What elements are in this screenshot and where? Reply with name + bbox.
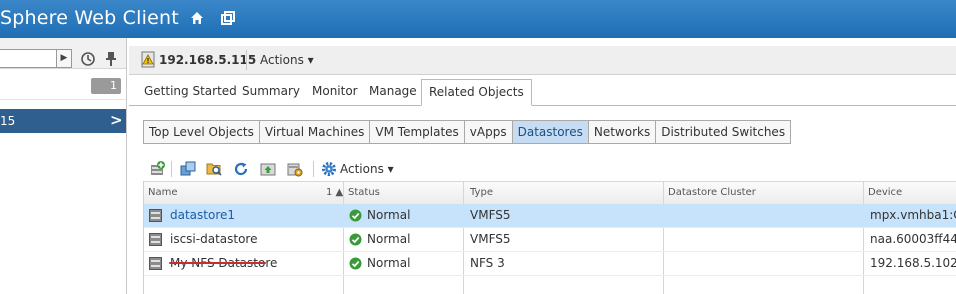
datastores-grid: Name 1 ▲ Status Type Datastore Cluster D… bbox=[143, 181, 956, 294]
object-title-bar: 192.168.5.115 Actions ▾ bbox=[129, 46, 956, 75]
browse-files-icon[interactable] bbox=[206, 161, 222, 177]
subtab-vapps[interactable]: vApps bbox=[465, 121, 513, 143]
related-objects-subtabs: Top Level Objects Virtual Machines VM Temp… bbox=[143, 120, 792, 144]
datastore-type: NFS 3 bbox=[470, 256, 505, 270]
increase-capacity-icon[interactable] bbox=[260, 161, 276, 177]
highlight-underline bbox=[169, 262, 266, 264]
datastore-name[interactable]: iscsi-datastore bbox=[170, 232, 257, 246]
subtab-vm-templates[interactable]: VM Templates bbox=[370, 121, 465, 143]
object-actions-menu[interactable]: Actions ▾ bbox=[260, 53, 314, 67]
object-tabs: Getting Started Summary Monitor Manage R… bbox=[129, 78, 956, 106]
toolbar-actions-menu[interactable]: Actions ▾ bbox=[340, 162, 394, 176]
count-badge: 1 bbox=[91, 78, 121, 94]
status-ok-icon bbox=[349, 257, 362, 270]
datastore-type: VMFS5 bbox=[470, 208, 511, 222]
subtab-distributed-switches[interactable]: Distributed Switches bbox=[656, 121, 790, 143]
navigator-pane: ▶ 1 15 > bbox=[0, 38, 127, 294]
tab-summary[interactable]: Summary bbox=[242, 84, 300, 104]
column-header-status[interactable]: Status bbox=[348, 187, 380, 198]
subtab-virtual-machines[interactable]: Virtual Machines bbox=[260, 121, 371, 143]
title-separator bbox=[246, 50, 247, 70]
navigator-item-label: 15 bbox=[0, 114, 16, 128]
column-header-name[interactable]: Name bbox=[148, 187, 178, 198]
datastore-status: Normal bbox=[367, 256, 411, 270]
sort-indicator[interactable]: 1 ▲ bbox=[326, 187, 343, 198]
datastore-status: Normal bbox=[367, 208, 411, 222]
new-datastore-icon[interactable] bbox=[149, 161, 165, 177]
refresh-icon[interactable] bbox=[233, 161, 249, 177]
column-header-datastore-cluster[interactable]: Datastore Cluster bbox=[668, 187, 756, 198]
datastore-device: naa.60003ff44d bbox=[870, 232, 956, 246]
table-row[interactable]: iscsi-datastore Normal VMFS5 naa.60003ff… bbox=[144, 228, 956, 252]
status-ok-icon bbox=[349, 209, 362, 222]
column-header-type[interactable]: Type bbox=[470, 187, 493, 198]
main-content: 192.168.5.115 Actions ▾ Getting Started … bbox=[129, 38, 956, 294]
datastore-icon bbox=[149, 209, 162, 222]
datastore-type: VMFS5 bbox=[470, 232, 511, 246]
column-header-device[interactable]: Device bbox=[868, 187, 902, 198]
home-icon[interactable] bbox=[189, 10, 207, 28]
datastore-device: mpx.vmhba1:C0 bbox=[870, 208, 956, 222]
tab-monitor[interactable]: Monitor bbox=[312, 84, 358, 104]
toolbar-divider bbox=[313, 161, 314, 177]
tab-manage[interactable]: Manage bbox=[369, 84, 417, 104]
subtab-networks[interactable]: Networks bbox=[589, 121, 657, 143]
register-vm-icon[interactable] bbox=[180, 161, 196, 177]
navigator-history-field[interactable] bbox=[0, 49, 57, 68]
chevron-right-icon: > bbox=[110, 111, 123, 129]
table-row[interactable]: My NFS Datastore Normal NFS 3 192.168.5.… bbox=[144, 252, 956, 276]
datastore-icon bbox=[149, 233, 162, 246]
history-icon[interactable] bbox=[80, 51, 96, 70]
actions-gear-icon[interactable] bbox=[321, 161, 337, 177]
table-row[interactable]: datastore1 Normal VMFS5 mpx.vmhba1:C0 bbox=[144, 204, 956, 228]
tab-getting-started[interactable]: Getting Started bbox=[144, 84, 237, 104]
pin-icon[interactable] bbox=[104, 51, 118, 70]
top-header: Sphere Web Client bbox=[0, 0, 956, 38]
new-window-icon[interactable] bbox=[220, 10, 238, 28]
subtab-top-level-objects[interactable]: Top Level Objects bbox=[144, 121, 260, 143]
navigator-toolbar: ▶ bbox=[0, 38, 126, 69]
navigator-count-row: 1 bbox=[0, 69, 126, 100]
navigator-selected-item[interactable]: 15 > bbox=[0, 109, 126, 133]
host-warning-icon bbox=[141, 51, 155, 71]
app-title: Sphere Web Client bbox=[0, 7, 179, 29]
datastore-settings-icon[interactable] bbox=[287, 161, 303, 177]
grid-header: Name 1 ▲ Status Type Datastore Cluster D… bbox=[144, 181, 956, 205]
object-name: 192.168.5.115 bbox=[159, 53, 257, 67]
datastore-status: Normal bbox=[367, 232, 411, 246]
datastore-device: 192.168.5.102:N bbox=[870, 256, 956, 270]
tab-related-objects[interactable]: Related Objects bbox=[421, 79, 532, 106]
subtab-datastores[interactable]: Datastores bbox=[512, 121, 589, 143]
toolbar-divider bbox=[171, 161, 172, 177]
datastore-icon bbox=[149, 257, 162, 270]
datastore-name[interactable]: datastore1 bbox=[170, 208, 235, 222]
forward-button[interactable]: ▶ bbox=[56, 49, 72, 68]
status-ok-icon bbox=[349, 233, 362, 246]
